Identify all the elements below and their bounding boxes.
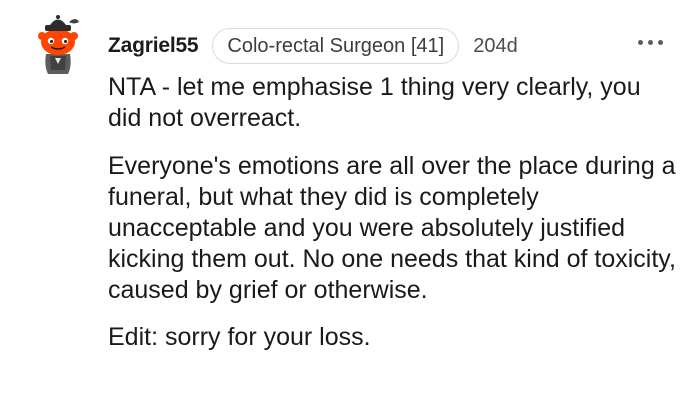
more-options-button[interactable] <box>638 40 666 48</box>
user-flair: Colo-rectal Surgeon [41] <box>212 28 460 64</box>
more-horizontal-icon <box>638 40 643 45</box>
comment-paragraph: Edit: sorry for your loss. <box>108 323 371 351</box>
comment-paragraph: Everyone's emotions are all over the pla… <box>108 152 676 304</box>
username-link[interactable]: Zagriel55 <box>108 34 199 58</box>
comment-body: NTA - let me emphasise 1 thing very clea… <box>108 72 678 353</box>
comment-header: Zagriel55 Colo-rectal Surgeon [41] 204d <box>108 28 518 64</box>
comment: Zagriel55 Colo-rectal Surgeon [41] 204d … <box>0 0 700 413</box>
avatar[interactable] <box>36 14 80 76</box>
comment-age[interactable]: 204d <box>473 35 518 58</box>
reddit-snoo-avatar-icon <box>38 15 79 74</box>
comment-paragraph: NTA - let me emphasise 1 thing very clea… <box>108 73 641 132</box>
